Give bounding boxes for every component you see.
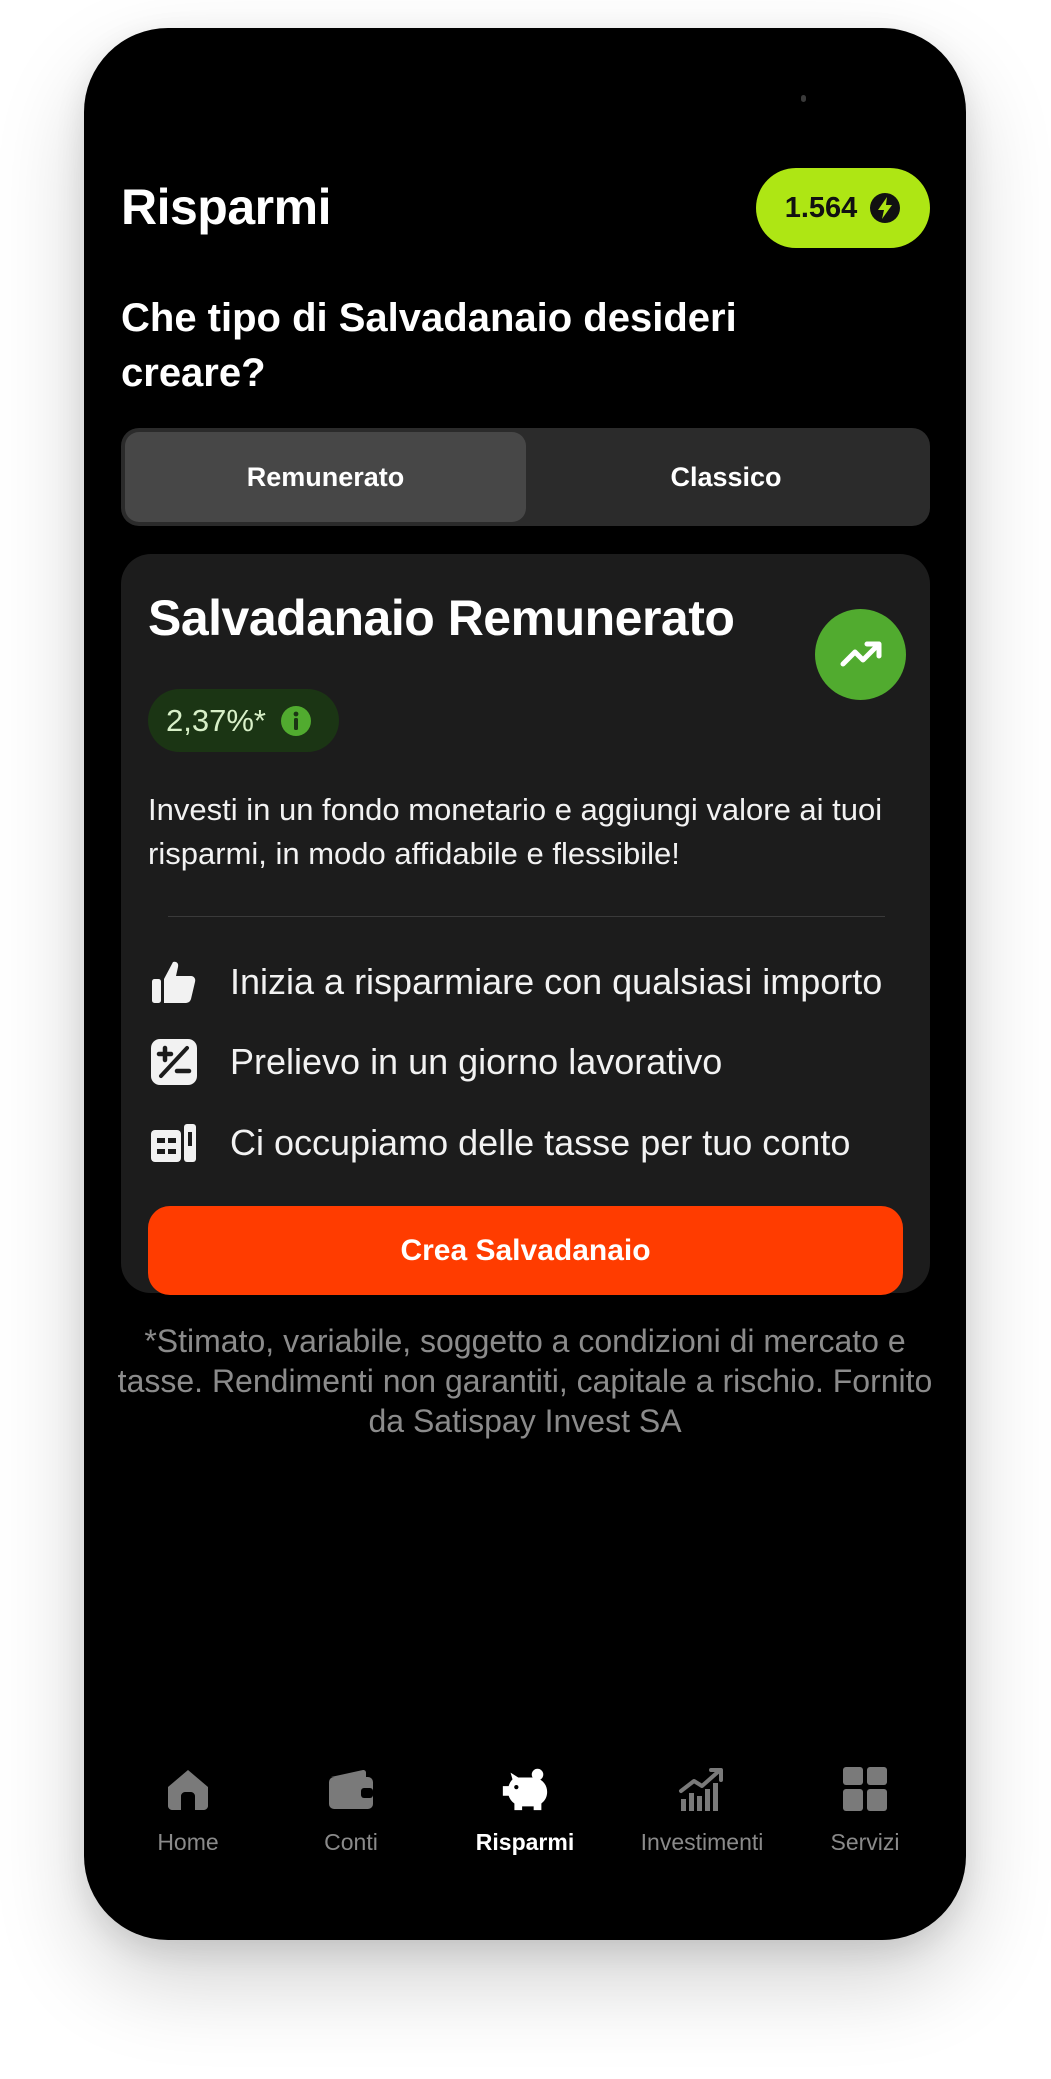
tab-risparmi[interactable]: Risparmi [445,1763,605,1856]
rate-badge[interactable]: 2,37%* [148,689,339,752]
grid-icon [839,1763,891,1815]
info-icon [280,705,311,736]
points-value: 1.564 [784,191,858,224]
question-heading: Che tipo di Salvadanaio desideri creare? [121,296,737,395]
create-salvadanaio-button[interactable]: Crea Salvadanaio [148,1206,903,1295]
bolt-icon [870,193,901,223]
receipt-icon [148,1117,200,1169]
type-segmented-control: Remunerato Classico [121,428,930,526]
camera-dot [801,95,806,102]
tab-servizi[interactable]: Servizi [785,1763,945,1856]
points-badge[interactable]: 1.564 [756,168,930,248]
tab-conti[interactable]: Conti [271,1763,431,1856]
tab-label: Risparmi [475,1829,575,1855]
tab-label: Home [157,1829,219,1855]
card-description: Investi in un fondo monetario e aggiungi… [148,792,883,871]
tab-label: Investimenti [640,1829,764,1855]
feature-text: Inizia a risparmiare con qualsiasi impor… [230,961,883,1002]
piggy-bank-icon [499,1763,551,1815]
rate-value: 2,37%* [166,702,266,738]
feature-item: Ci occupiamo delle tasse per tuo conto [148,1113,850,1173]
wallet-icon [325,1763,377,1815]
tab-label: Servizi [830,1829,900,1855]
trend-icon-badge [815,609,906,700]
remunerato-card: Salvadanaio Remunerato 2,37%* Investi in… [121,554,930,1295]
tab-home[interactable]: Home [108,1763,268,1856]
phone-screen: Risparmi 1.564 Che tipo di Salvadanaio d… [84,28,966,1940]
tab-label: Conti [324,1829,378,1855]
bottom-tab-bar: Home Conti Risparmi Investimenti Servizi [84,1763,966,1893]
feature-text: Prelievo in un giorno lavorativo [230,1041,723,1082]
chart-icon [676,1763,728,1815]
page-title: Risparmi [121,179,331,235]
trending-up-icon [840,641,881,666]
divider [168,916,885,917]
segment-classico[interactable]: Classico [526,432,926,522]
disclaimer-text: *Stimato, variabile, soggetto a condizio… [117,1323,933,1439]
tab-investimenti[interactable]: Investimenti [622,1763,782,1856]
segment-remunerato[interactable]: Remunerato [125,432,526,522]
home-icon [162,1763,214,1815]
feature-item: Inizia a risparmiare con qualsiasi impor… [148,952,882,1012]
card-title: Salvadanaio Remunerato [148,590,735,646]
feature-text: Ci occupiamo delle tasse per tuo conto [230,1122,851,1163]
plus-minus-icon [148,1036,200,1088]
thumbs-up-icon [148,956,200,1008]
feature-item: Prelievo in un giorno lavorativo [148,1032,722,1092]
